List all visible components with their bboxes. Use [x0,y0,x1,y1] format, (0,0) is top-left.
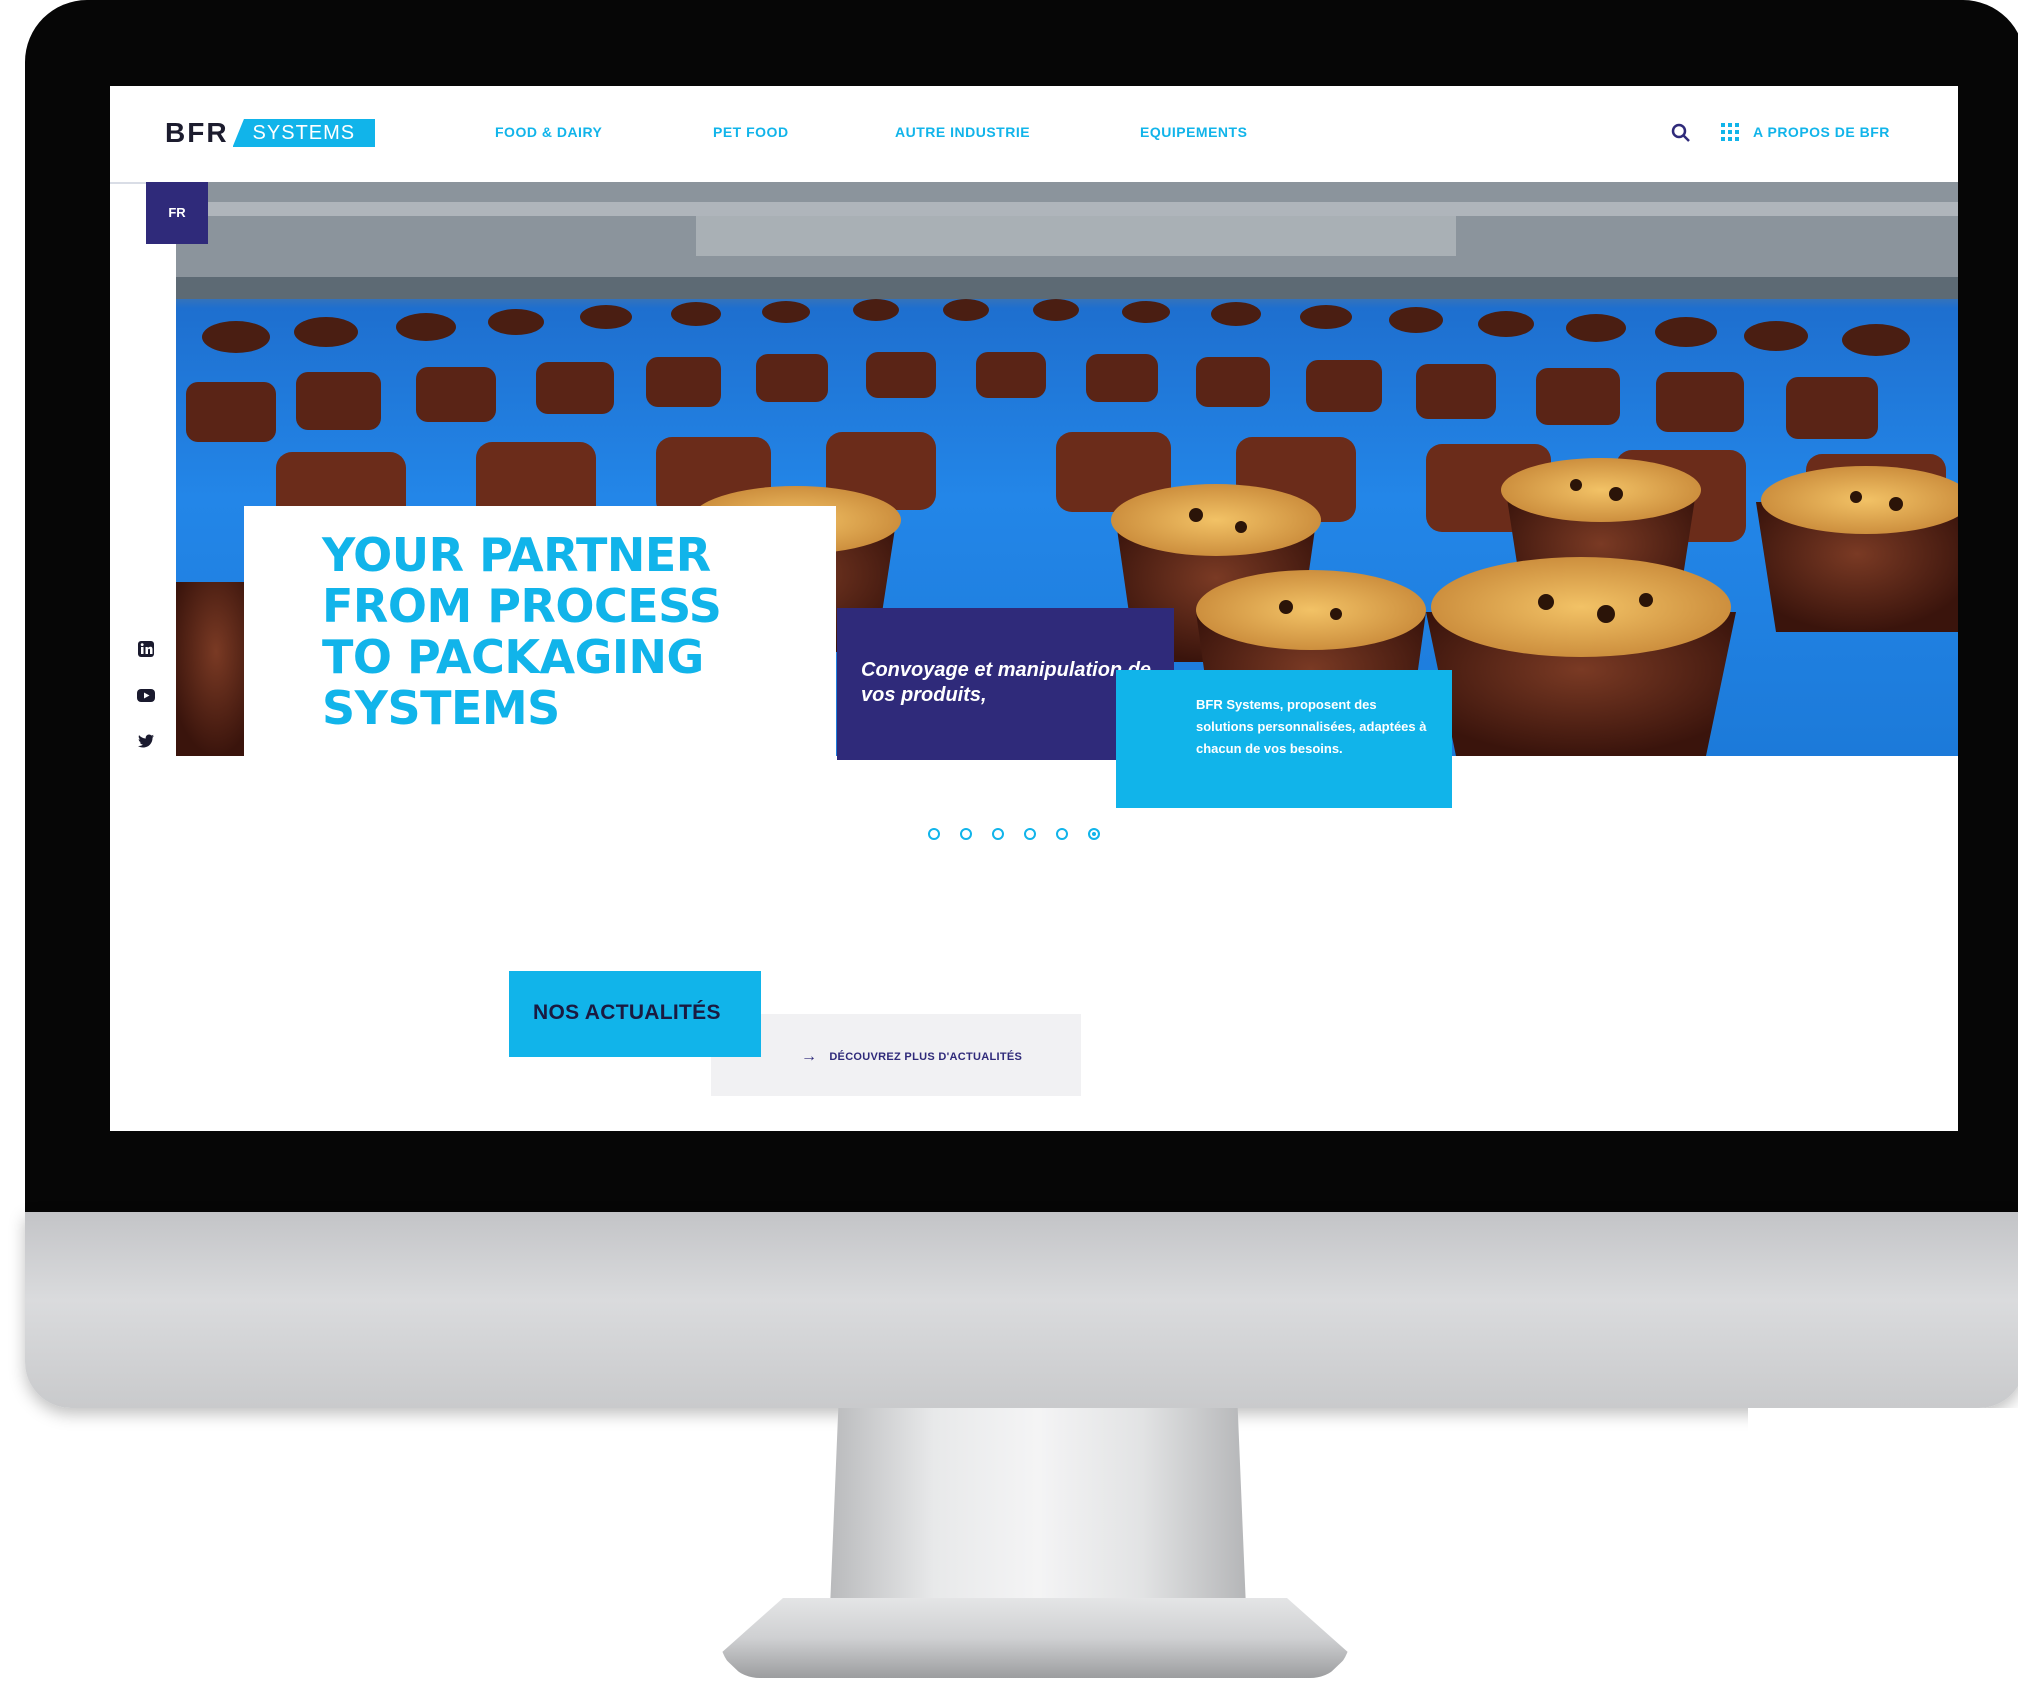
nav-autre-industrie[interactable]: AUTRE INDUSTRIE [895,124,1030,140]
linkedin-icon[interactable] [136,639,156,659]
carousel-dot[interactable] [928,828,940,840]
monitor-stand-neck [830,1408,1246,1608]
news-title: NOS ACTUALITÉS [533,1001,721,1024]
grid-menu-icon[interactable] [1720,122,1740,142]
site-logo[interactable]: BFR SYSTEMS [165,117,376,148]
news-more-link[interactable]: → DÉCOUVREZ PLUS D'ACTUALITÉS [801,1048,1022,1066]
news-section-header: NOS ACTUALITÉS [509,971,761,1057]
twitter-icon[interactable] [136,731,156,751]
news-more-label: DÉCOUVREZ PLUS D'ACTUALITÉS [829,1051,1023,1063]
language-selector[interactable]: FR [146,182,208,244]
logo-brand: BFR [165,117,229,148]
hero-headline: YOUR PARTNER FROM PROCESS TO PACKAGING S… [322,528,722,735]
carousel-dot[interactable] [1056,828,1068,840]
nav-food-dairy[interactable]: FOOD & DAIRY [495,124,602,140]
youtube-icon[interactable] [136,685,156,705]
nav-equipements[interactable]: EQUIPEMENTS [1140,124,1247,140]
background-panel [1748,1408,2018,1685]
logo-suffix: SYSTEMS [232,119,376,147]
hero-headline-card: YOUR PARTNER FROM PROCESS TO PACKAGING S… [244,506,836,796]
hero-description-card: BFR Systems, proposent des solutions per… [1116,670,1452,808]
carousel-dot[interactable] [1088,828,1100,840]
monitor-stand-base [720,1598,1350,1678]
carousel-dot[interactable] [960,828,972,840]
arrow-right-icon: → [801,1048,818,1065]
hero-description: BFR Systems, proposent des solutions per… [1196,697,1427,756]
carousel-dot[interactable] [1024,828,1036,840]
carousel-dot[interactable] [992,828,1004,840]
monitor-chin [25,1212,2018,1408]
news-more-panel: → DÉCOUVREZ PLUS D'ACTUALITÉS [711,1014,1081,1096]
carousel-pagination [928,828,1100,840]
search-icon[interactable] [1670,122,1692,144]
nav-pet-food[interactable]: PET FOOD [713,124,789,140]
nav-about-bfr[interactable]: A PROPOS DE BFR [1753,124,1890,140]
site-header: BFR SYSTEMS FOOD & DAIRY PET FOOD AUTRE … [110,86,1958,184]
monitor-screen: BFR SYSTEMS FOOD & DAIRY PET FOOD AUTRE … [110,86,1958,1131]
